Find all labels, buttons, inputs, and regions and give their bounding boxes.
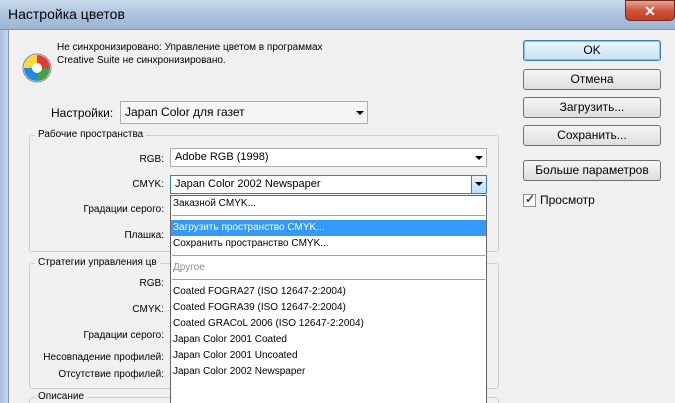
dropdown-option[interactable]: Coated FOGRA39 (ISO 12647-2:2004) <box>171 300 486 316</box>
window-frame <box>0 30 8 403</box>
profile-mismatch-label: Несовпадение профилей: <box>43 352 164 363</box>
sync-status-line-2: Creative Suite не синхронизировано. <box>57 55 226 66</box>
chevron-down-icon <box>475 155 483 160</box>
save-button[interactable]: Сохранить... <box>523 125 661 146</box>
spot-label: Плашка: <box>124 230 164 241</box>
cmyk-value: Japan Color 2002 Newspaper <box>175 178 321 190</box>
rgb-label: RGB: <box>139 154 164 165</box>
chevron-down-icon[interactable] <box>471 176 486 193</box>
preview-checkbox[interactable] <box>523 192 536 207</box>
title-bar: Настройка цветов ✕ <box>0 0 675 30</box>
dropdown-option[interactable]: Заказной CMYK... <box>171 196 486 212</box>
policy-cmyk-label: CMYK: <box>132 304 164 315</box>
dialog-body: Не синхронизировано: Управление цветом в… <box>8 30 675 403</box>
color-sync-icon <box>22 53 52 83</box>
working-spaces-title: Рабочие пространства <box>35 129 147 140</box>
policies-title: Стратегии управления цв <box>35 257 160 268</box>
settings-label: Настройки: <box>51 106 114 120</box>
close-button[interactable]: ✕ <box>625 0 675 21</box>
ok-button[interactable]: OK <box>523 40 661 61</box>
dropdown-option[interactable]: Japan Color 2001 Coated <box>171 332 486 348</box>
policy-gray-label: Градации серого: <box>83 330 164 341</box>
dropdown-separator <box>171 276 486 284</box>
chevron-down-icon <box>356 110 364 115</box>
sync-status-line-1: Не синхронизировано: Управление цветом в… <box>57 42 323 53</box>
preview-label: Просмотр <box>540 193 595 207</box>
dropdown-option[interactable]: Coated FOGRA27 (ISO 12647-2:2004) <box>171 284 486 300</box>
dropdown-option[interactable]: Coated GRACoL 2006 (ISO 12647-2:2004) <box>171 316 486 332</box>
dropdown-option[interactable]: Сохранить пространство CMYK... <box>171 236 486 252</box>
close-icon: ✕ <box>644 2 656 19</box>
settings-select[interactable]: Japan Color для газет <box>120 101 368 124</box>
dropdown-group-header: Другое <box>173 262 205 273</box>
policy-rgb-label: RGB: <box>139 278 164 289</box>
dropdown-option[interactable]: Загрузить пространство CMYK... <box>171 220 486 236</box>
dropdown-option[interactable]: Japan Color 2001 Uncoated <box>171 348 486 364</box>
cancel-button[interactable]: Отмена <box>523 69 661 90</box>
dropdown-option[interactable]: Japan Color 2002 Newspaper <box>171 364 486 380</box>
window-title: Настройка цветов <box>8 6 125 22</box>
dropdown-separator <box>171 252 486 260</box>
sync-status: Не синхронизировано: Управление цветом в… <box>57 41 377 67</box>
cmyk-dropdown-list[interactable]: Заказной CMYK... Загрузить пространство C… <box>170 195 487 403</box>
missing-profile-label: Отсутствие профилей: <box>58 369 164 380</box>
cmyk-label: CMYK: <box>132 179 164 190</box>
more-options-button[interactable]: Больше параметров <box>523 160 661 181</box>
gray-label: Градации серого: <box>83 204 164 215</box>
rgb-select[interactable]: Adobe RGB (1998) <box>170 148 487 167</box>
description-title: Описание <box>35 391 88 402</box>
rgb-value: Adobe RGB (1998) <box>175 151 269 163</box>
dropdown-separator <box>171 212 486 220</box>
preview-checkbox-row[interactable]: Просмотр <box>523 192 595 207</box>
cmyk-select[interactable]: Japan Color 2002 Newspaper <box>170 175 487 194</box>
settings-value: Japan Color для газет <box>125 105 245 119</box>
load-button[interactable]: Загрузить... <box>523 97 661 118</box>
